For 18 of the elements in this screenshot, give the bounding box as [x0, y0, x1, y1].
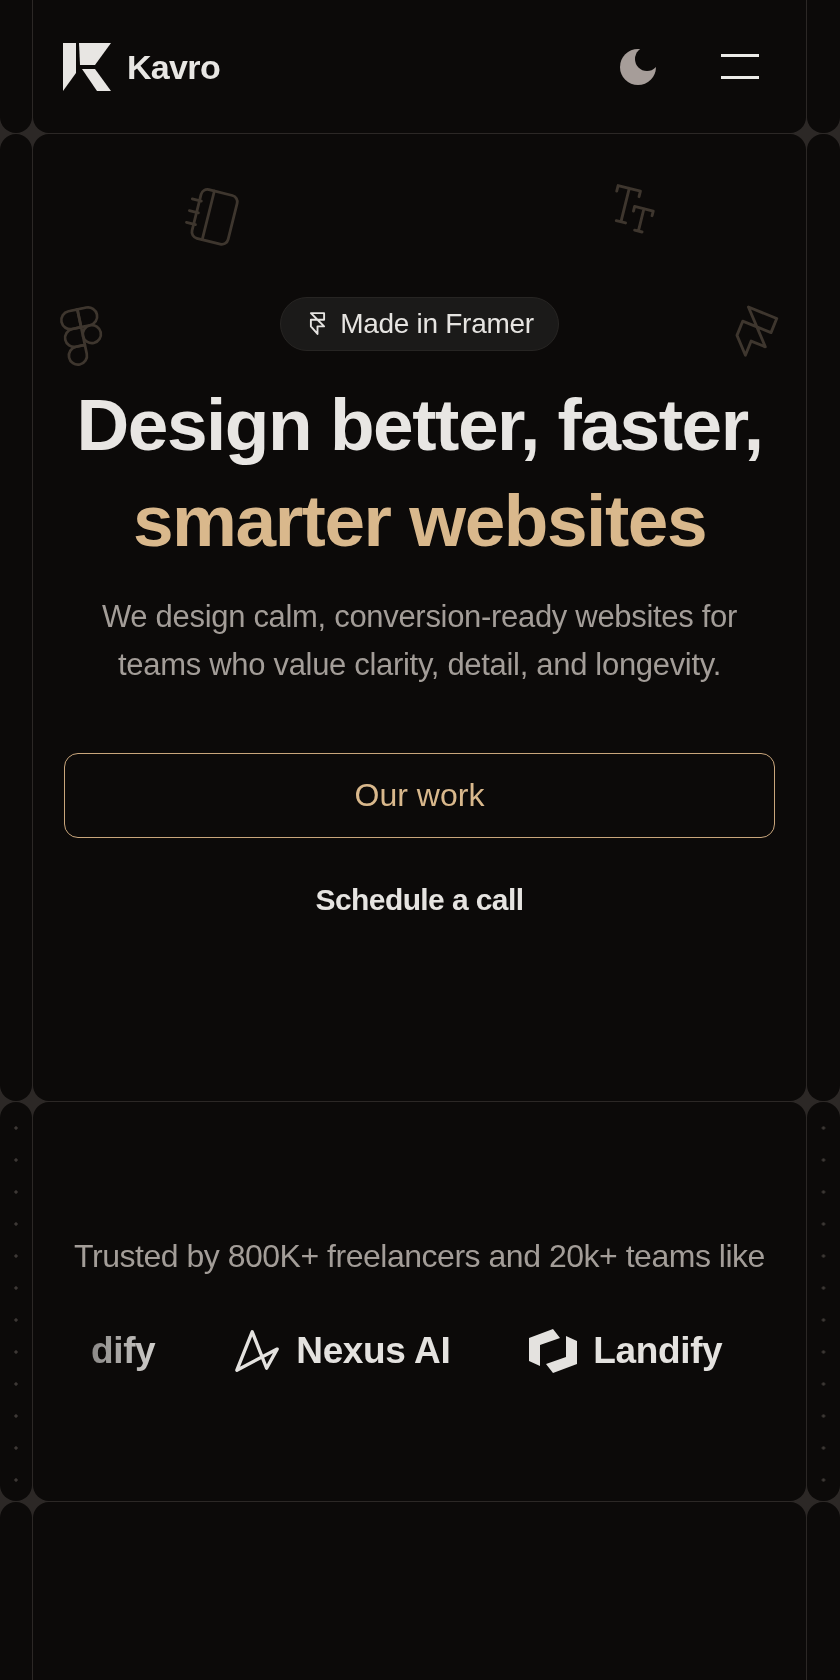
brand-name: Nexus AI — [296, 1329, 451, 1373]
schedule-call-button[interactable]: Schedule a call — [311, 880, 528, 920]
hero-heading: Design better, faster, smarter websites — [76, 383, 763, 563]
cube-logo-icon — [528, 1326, 579, 1376]
theme-toggle-button[interactable] — [619, 47, 657, 86]
moon-icon — [619, 47, 657, 86]
menu-button[interactable] — [721, 54, 759, 79]
brand-name: Landify — [593, 1329, 723, 1373]
trusted-caption: Trusted by 800K+ freelancers and 20k+ teams like — [73, 1237, 766, 1276]
brand-name: dify — [91, 1329, 156, 1373]
badge-link[interactable]: Made in Framer — [280, 297, 559, 351]
menu-icon — [721, 54, 759, 79]
peak-logo-icon — [233, 1328, 282, 1374]
our-work-button[interactable]: Our work — [64, 753, 775, 838]
home-link[interactable]: Kavro — [63, 42, 220, 91]
hero-subheading: We design calm, conversion-ready websites for teams who value clarity, detail, and longevity. — [100, 598, 738, 684]
logo-icon — [63, 42, 111, 91]
logo-icon — [309, 311, 327, 337]
